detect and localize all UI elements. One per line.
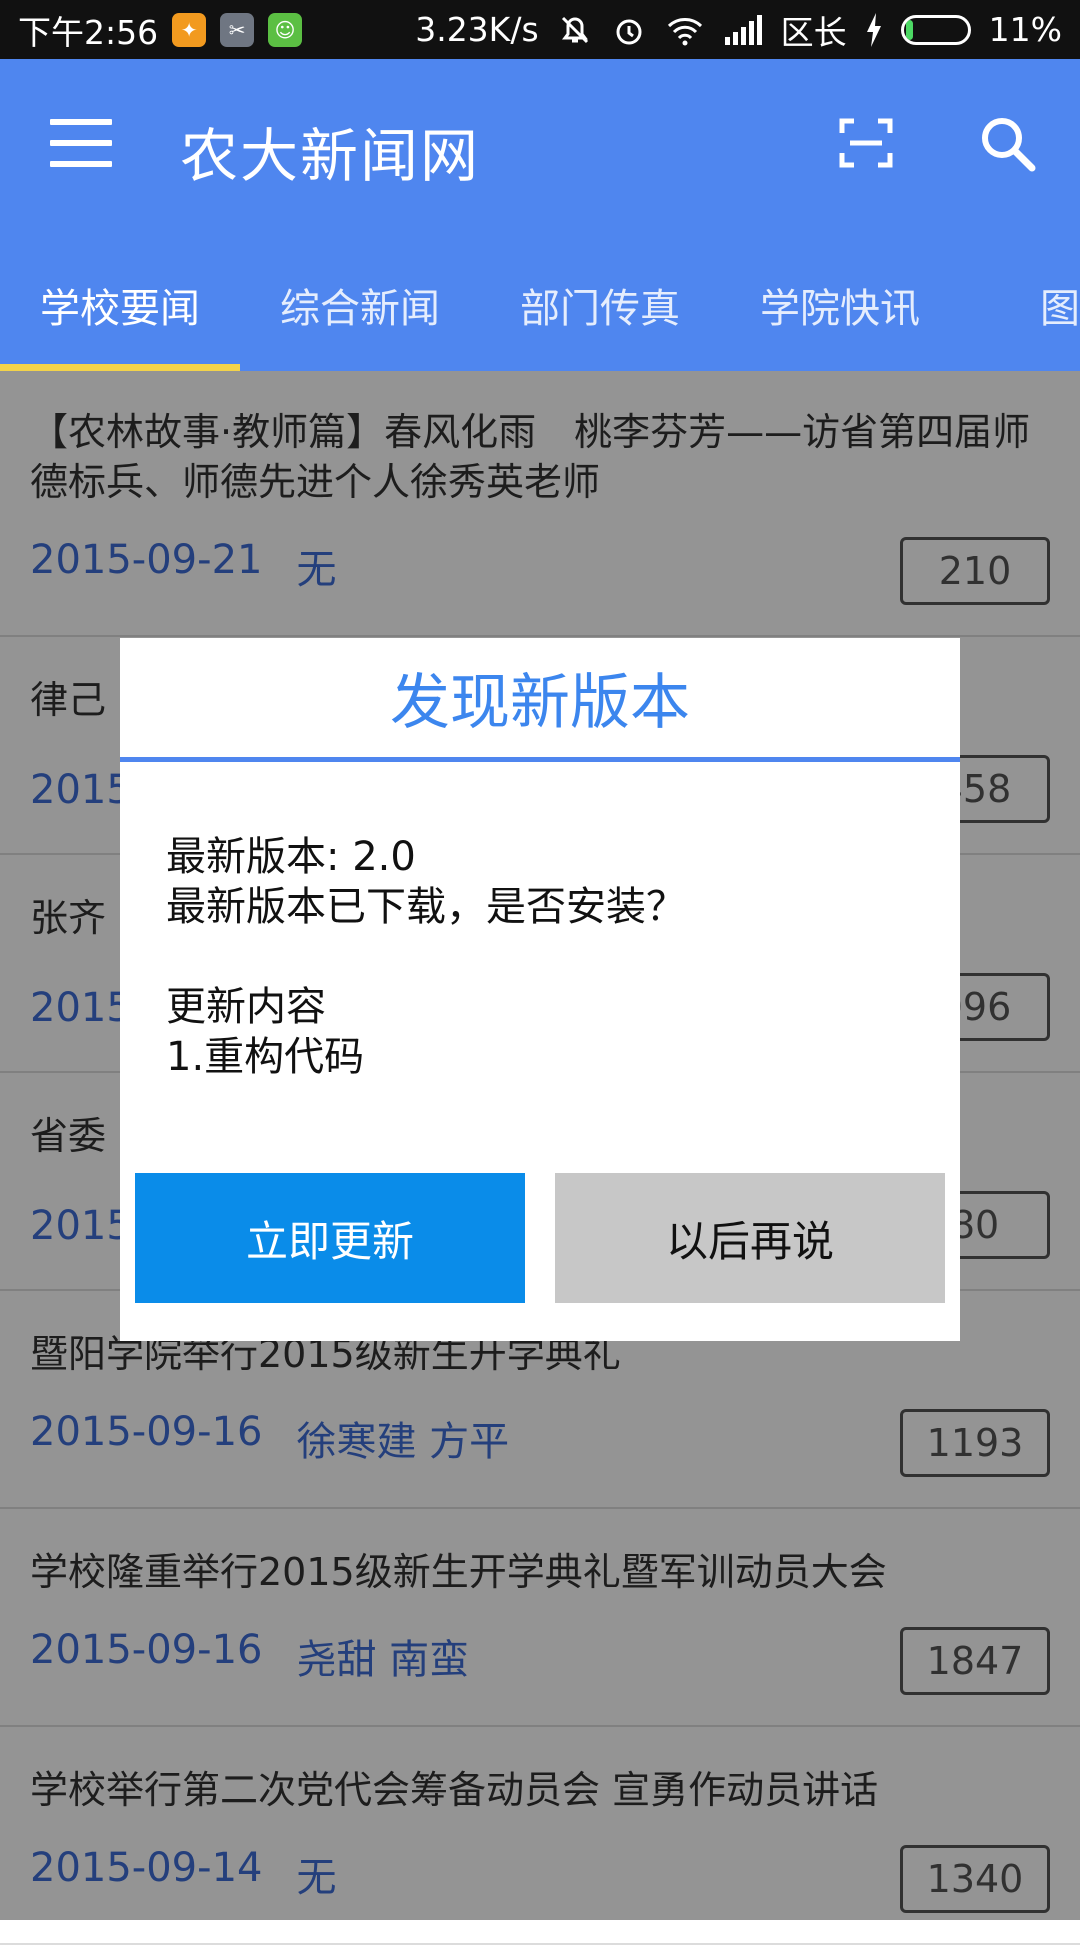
dialog-buttons: 立即更新 以后再说 xyxy=(135,1173,945,1303)
version-line: 最新版本: 2.0 xyxy=(166,834,416,880)
network-speed: 3.23K/s xyxy=(415,10,539,49)
later-button[interactable]: 以后再说 xyxy=(555,1173,945,1303)
app-title: 农大新闻网 xyxy=(180,122,481,190)
dialog-title: 发现新版本 xyxy=(120,638,960,762)
scissors-app-icon: ✂ xyxy=(220,12,255,47)
uc-browser-icon: ✦ xyxy=(172,12,207,47)
charging-icon xyxy=(865,12,883,47)
menu-icon[interactable] xyxy=(50,119,112,167)
status-time: 下午2:56 xyxy=(18,12,159,52)
install-prompt: 最新版本已下载，是否安装？ xyxy=(166,884,686,930)
alarm-icon xyxy=(611,12,647,48)
category-tabs: 学校要闻 综合新闻 部门传真 学院快讯 图片 xyxy=(0,239,1080,371)
update-now-button[interactable]: 立即更新 xyxy=(135,1173,525,1303)
signal-icon xyxy=(723,14,763,45)
battery-percent: 11% xyxy=(988,10,1062,49)
mute-bell-icon xyxy=(557,12,593,48)
status-bar: 下午2:56 ✦ ✂ ☺ 3.23K/s 区长 11% xyxy=(0,0,1080,59)
tab-college-bulletin[interactable]: 学院快讯 xyxy=(720,239,960,371)
wifi-icon xyxy=(665,14,705,46)
search-icon[interactable] xyxy=(978,114,1038,174)
carrier-name: 区长 xyxy=(780,12,847,52)
tab-department-fax[interactable]: 部门传真 xyxy=(480,239,720,371)
tab-pictures[interactable]: 图片 xyxy=(960,239,1080,371)
app-bar: 农大新闻网 学校要闻 综合新闻 部门传真 学院快讯 图片 xyxy=(0,59,1080,371)
battery-icon xyxy=(900,14,971,45)
scan-icon[interactable] xyxy=(838,117,894,169)
dialog-body: 最新版本: 2.0 最新版本已下载，是否安装？ 更新内容 1.重构代码 xyxy=(120,762,960,1082)
changes-heading: 更新内容 xyxy=(166,984,326,1030)
toolbar: 农大新闻网 xyxy=(0,59,1080,229)
android-app-icon: ☺ xyxy=(268,12,303,47)
update-dialog: 发现新版本 最新版本: 2.0 最新版本已下载，是否安装？ 更新内容 1.重构代… xyxy=(120,638,960,1341)
tab-school-news[interactable]: 学校要闻 xyxy=(0,239,240,371)
tab-general-news[interactable]: 综合新闻 xyxy=(240,239,480,371)
changes-item: 1.重构代码 xyxy=(166,1034,365,1080)
